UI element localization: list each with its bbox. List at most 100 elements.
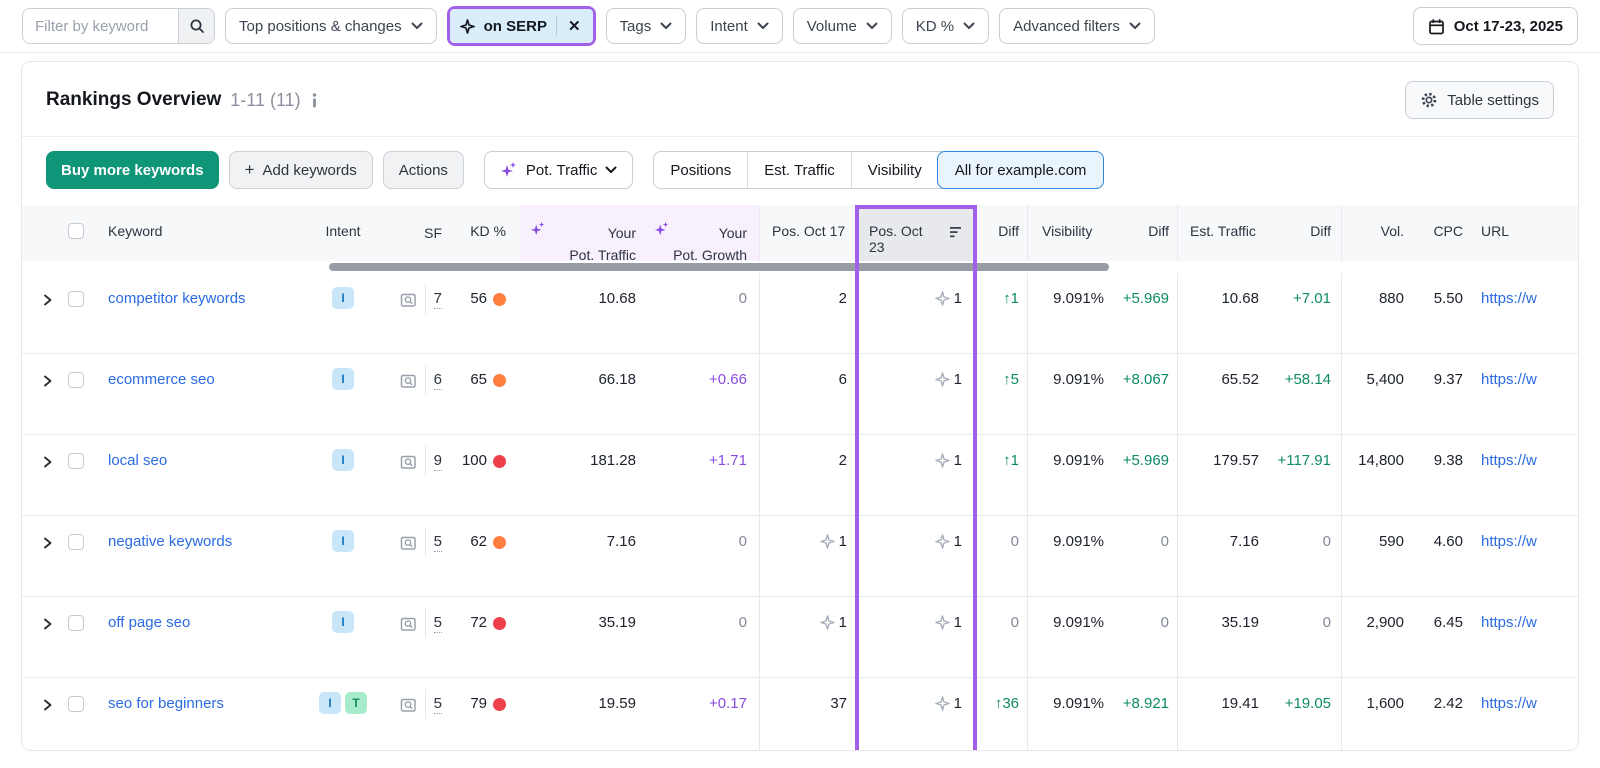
col-visibility[interactable]: Visibility bbox=[1027, 205, 1115, 261]
serp-filter-chip[interactable]: on SERP ✕ bbox=[450, 9, 593, 43]
serp-features-icon[interactable] bbox=[400, 454, 417, 471]
sf-count[interactable]: 5 bbox=[434, 533, 442, 552]
result-url[interactable]: https://w bbox=[1481, 371, 1537, 388]
expand-chevron-icon[interactable] bbox=[42, 293, 53, 307]
intent-badge[interactable]: I bbox=[319, 692, 341, 714]
select-all-checkbox[interactable] bbox=[68, 223, 84, 239]
visibility-value: 9.091% bbox=[1027, 354, 1115, 434]
horizontal-scrollbar[interactable] bbox=[329, 263, 1109, 271]
search-icon[interactable] bbox=[178, 9, 214, 43]
row-checkbox[interactable] bbox=[68, 291, 84, 307]
keyword-link[interactable]: off page seo bbox=[108, 614, 190, 631]
row-checkbox[interactable] bbox=[68, 615, 84, 631]
visibility-diff-value: +5.969 bbox=[1115, 273, 1177, 353]
sf-count[interactable]: 5 bbox=[434, 614, 442, 633]
advanced-filters-dropdown[interactable]: Advanced filters bbox=[999, 8, 1155, 44]
serp-features-icon[interactable] bbox=[400, 616, 417, 633]
actions-button[interactable]: Actions bbox=[383, 151, 464, 189]
keyword-filter-input[interactable] bbox=[23, 9, 178, 43]
serp-features-icon[interactable] bbox=[400, 697, 417, 714]
keyword-link[interactable]: competitor keywords bbox=[108, 290, 246, 307]
sort-icon bbox=[950, 226, 962, 239]
close-icon[interactable]: ✕ bbox=[566, 17, 583, 35]
tab-all-for-domain[interactable]: All for example.com bbox=[937, 151, 1105, 189]
serp-features-icon[interactable] bbox=[400, 292, 417, 309]
tab-visibility[interactable]: Visibility bbox=[851, 152, 938, 188]
row-checkbox[interactable] bbox=[68, 534, 84, 550]
col-pot-growth[interactable]: YourPot. Growth bbox=[644, 205, 759, 261]
tab-positions[interactable]: Positions bbox=[654, 152, 747, 188]
sf-count[interactable]: 5 bbox=[434, 695, 442, 714]
intent-badge[interactable]: I bbox=[332, 287, 354, 309]
tags-dropdown[interactable]: Tags bbox=[606, 8, 687, 44]
col-diff-pos[interactable]: Diff bbox=[977, 205, 1027, 261]
expand-chevron-icon[interactable] bbox=[42, 536, 53, 550]
expand-chevron-icon[interactable] bbox=[42, 455, 53, 469]
buy-more-keywords-button[interactable]: Buy more keywords bbox=[46, 151, 219, 189]
divider bbox=[425, 608, 426, 638]
col-cpc[interactable]: CPC bbox=[1415, 205, 1467, 261]
intent-badge-2[interactable]: T bbox=[345, 692, 367, 714]
col-pos-oct23[interactable]: Pos. Oct 23 bbox=[855, 205, 977, 261]
expand-chevron-icon[interactable] bbox=[42, 698, 53, 712]
intent-dropdown[interactable]: Intent bbox=[696, 8, 783, 44]
date-range-picker[interactable]: Oct 17-23, 2025 bbox=[1413, 7, 1578, 45]
volume-dropdown[interactable]: Volume bbox=[793, 8, 892, 44]
card-header: Rankings Overview 1-11 (11) Table settin… bbox=[22, 62, 1578, 137]
serp-features-icon[interactable] bbox=[400, 373, 417, 390]
visibility-value: 9.091% bbox=[1027, 435, 1115, 515]
filter-bar: Top positions & changes on SERP ✕ Tags I… bbox=[0, 0, 1600, 53]
result-url[interactable]: https://w bbox=[1481, 452, 1537, 469]
serp-diamond-icon bbox=[460, 19, 475, 34]
visibility-value: 9.091% bbox=[1027, 597, 1115, 677]
col-diff-est-traffic[interactable]: Diff bbox=[1269, 205, 1341, 261]
col-url[interactable]: URL bbox=[1467, 205, 1578, 261]
keyword-link[interactable]: seo for beginners bbox=[108, 695, 224, 712]
col-diff-visibility[interactable]: Diff bbox=[1115, 205, 1177, 261]
col-pot-traffic[interactable]: YourPot. Traffic bbox=[520, 205, 644, 261]
sf-count[interactable]: 9 bbox=[434, 452, 442, 471]
col-intent[interactable]: Intent bbox=[308, 205, 378, 261]
col-volume[interactable]: Vol. bbox=[1341, 205, 1415, 261]
pos-oct23-value: 1 bbox=[855, 597, 977, 677]
intent-badge[interactable]: I bbox=[332, 449, 354, 471]
cpc-value: 2.42 bbox=[1415, 678, 1467, 751]
est-traffic-diff-value: 0 bbox=[1269, 516, 1341, 596]
kd-dropdown[interactable]: KD % bbox=[902, 8, 989, 44]
chip-divider bbox=[556, 16, 557, 36]
col-keyword[interactable]: Keyword bbox=[98, 205, 308, 261]
keyword-link[interactable]: ecommerce seo bbox=[108, 371, 215, 388]
row-checkbox[interactable] bbox=[68, 372, 84, 388]
sf-count[interactable]: 7 bbox=[434, 290, 442, 309]
expand-chevron-icon[interactable] bbox=[42, 374, 53, 388]
result-url[interactable]: https://w bbox=[1481, 614, 1537, 631]
add-keywords-button[interactable]: + Add keywords bbox=[229, 151, 373, 189]
col-pos-oct17[interactable]: Pos. Oct 17 bbox=[759, 205, 855, 261]
info-icon[interactable] bbox=[311, 93, 318, 108]
sf-count[interactable]: 6 bbox=[434, 371, 442, 390]
result-url[interactable]: https://w bbox=[1481, 695, 1537, 712]
table-toolbar: Buy more keywords + Add keywords Actions… bbox=[22, 137, 1578, 205]
intent-badge[interactable]: I bbox=[332, 611, 354, 633]
kd-dot bbox=[493, 617, 506, 630]
kd-dot bbox=[493, 455, 506, 468]
row-checkbox[interactable] bbox=[68, 696, 84, 712]
keyword-link[interactable]: negative keywords bbox=[108, 533, 232, 550]
result-url[interactable]: https://w bbox=[1481, 533, 1537, 550]
intent-badge[interactable]: I bbox=[332, 368, 354, 390]
keyword-link[interactable]: local seo bbox=[108, 452, 167, 469]
table-settings-button[interactable]: Table settings bbox=[1405, 81, 1554, 119]
col-sf[interactable]: SF bbox=[378, 205, 458, 261]
col-est-traffic[interactable]: Est. Traffic bbox=[1177, 205, 1269, 261]
result-url[interactable]: https://w bbox=[1481, 290, 1537, 307]
top-positions-dropdown[interactable]: Top positions & changes bbox=[225, 8, 437, 44]
table-row: seo for beginners I T 5 79 19.59 +0.17 3… bbox=[22, 678, 1578, 751]
tab-est-traffic[interactable]: Est. Traffic bbox=[747, 152, 851, 188]
col-kd[interactable]: KD % bbox=[458, 205, 520, 261]
serp-position-diamond-icon bbox=[935, 534, 950, 549]
row-checkbox[interactable] bbox=[68, 453, 84, 469]
expand-chevron-icon[interactable] bbox=[42, 617, 53, 631]
intent-badge[interactable]: I bbox=[332, 530, 354, 552]
metric-dropdown[interactable]: Pot. Traffic bbox=[484, 151, 633, 189]
serp-features-icon[interactable] bbox=[400, 535, 417, 552]
